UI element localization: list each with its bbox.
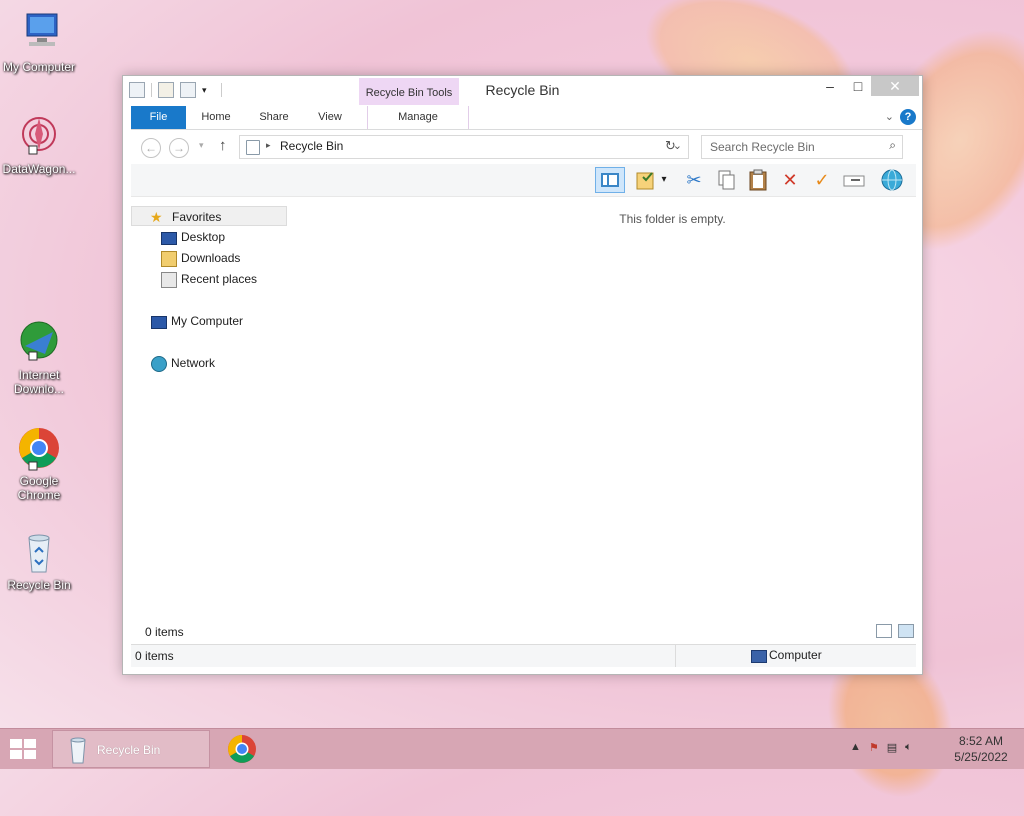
nav-item-downloads[interactable]: Downloads <box>131 248 287 268</box>
recycle-bin-small-icon <box>246 140 260 155</box>
minimize-button[interactable]: – <box>815 76 845 96</box>
refresh-icon[interactable]: ↻ <box>665 138 676 154</box>
tab-home[interactable]: Home <box>191 106 241 129</box>
status-location: Computer <box>769 648 822 662</box>
status-bar: 0 items Computer <box>131 644 916 667</box>
navigation-pane-button[interactable] <box>595 167 625 193</box>
breadcrumb-separator-icon[interactable]: ▸ <box>266 140 271 151</box>
windows-logo-icon <box>10 739 36 759</box>
properties-globe-icon[interactable] <box>879 167 905 193</box>
nav-item-label: Downloads <box>181 251 241 265</box>
globe-download-icon <box>15 318 63 366</box>
recent-locations-chevron-icon[interactable]: ▾ <box>199 140 204 151</box>
expand-ribbon-chevron-icon[interactable]: ⌄ <box>885 110 894 123</box>
desktop-icon-google-chrome[interactable]: Google Chrome <box>0 424 78 502</box>
recycle-bin-icon <box>70 737 86 764</box>
search-icon[interactable]: ⌕ <box>889 138 896 153</box>
tab-file[interactable]: File <box>131 106 186 129</box>
address-bar[interactable]: ▸ Recycle Bin ⌄ <box>239 135 689 159</box>
taskbar-item-chrome[interactable] <box>226 733 258 765</box>
network-icon <box>151 356 167 372</box>
ribbon-tabs: File Home Share View Manage ⌄ ? <box>131 106 922 130</box>
large-icons-view-icon[interactable] <box>898 624 914 638</box>
action-center-flag-icon[interactable]: ⚑ <box>869 741 879 754</box>
select-dropdown-icon[interactable]: ▾ <box>657 167 671 193</box>
nav-item-label: Desktop <box>181 230 226 244</box>
paste-icon[interactable] <box>745 167 771 193</box>
desktop-icon-recycle-bin[interactable]: Recycle Bin <box>0 528 78 592</box>
network-status-icon[interactable]: ▤ <box>887 741 897 754</box>
desktop-icon-label: DataWagon... <box>2 162 76 176</box>
nav-item-favorites[interactable]: ★ Favorites <box>131 206 287 226</box>
item-count-label: 0 items <box>145 625 184 639</box>
computer-icon <box>751 650 767 663</box>
nav-item-desktop[interactable]: Desktop <box>131 227 287 247</box>
clock-time: 8:52 AM <box>958 734 1004 748</box>
back-button[interactable]: ← <box>141 138 161 158</box>
status-divider <box>675 645 676 667</box>
title-bar: ▾ Recycle Bin Tools Recycle Bin – □ ✕ <box>123 76 922 105</box>
navigation-bar: ← → ▾ ↑ ▸ Recycle Bin ⌄ ↻ Search Recycle… <box>131 134 922 162</box>
tab-share[interactable]: Share <box>249 106 299 129</box>
view-switcher <box>876 624 914 638</box>
restore-check-icon[interactable]: ✓ <box>809 167 835 193</box>
command-toolbar: ▾ ✂ ✕ ✓ <box>131 164 916 197</box>
recent-places-icon <box>161 272 177 288</box>
status-item-count: 0 items <box>135 649 174 663</box>
clock-date: 5/25/2022 <box>954 750 1008 764</box>
desktop-icon-label: My Computer <box>2 60 76 74</box>
close-button[interactable]: ✕ <box>871 76 919 96</box>
tab-view[interactable]: View <box>305 106 355 129</box>
explorer-window: ▾ Recycle Bin Tools Recycle Bin – □ ✕ Fi… <box>122 75 923 675</box>
details-view-icon[interactable] <box>876 624 892 638</box>
cut-icon[interactable]: ✂ <box>681 167 707 193</box>
desktop-icon <box>161 232 177 245</box>
recycle-bin-icon <box>15 528 63 576</box>
pane-layout-icon <box>601 173 619 187</box>
system-tray: ▲ ⚑ ▤ 🔈︎ <box>850 741 912 754</box>
rename-icon[interactable] <box>841 167 867 193</box>
nav-item-network[interactable]: Network <box>131 353 287 373</box>
clock[interactable]: 8:52 AM 5/25/2022 <box>946 733 1016 765</box>
empty-folder-message: This folder is empty. <box>619 212 726 226</box>
forward-button[interactable]: → <box>169 138 189 158</box>
datawagon-icon <box>15 112 63 160</box>
taskbar-item-recycle-bin[interactable]: Recycle Bin <box>52 730 210 768</box>
nav-item-my-computer[interactable]: My Computer <box>131 311 287 331</box>
desktop-icon-internet-download[interactable]: Internet Downlo... <box>0 318 78 396</box>
search-placeholder: Search Recycle Bin <box>710 140 815 154</box>
nav-item-label: Recent places <box>181 272 258 286</box>
window-title: Recycle Bin <box>485 82 560 98</box>
select-folder-icon[interactable] <box>633 167 659 193</box>
computer-icon <box>15 10 63 58</box>
tab-manage[interactable]: Manage <box>367 106 469 129</box>
nav-item-label: Network <box>171 356 216 370</box>
volume-muted-icon[interactable]: 🔈︎ <box>905 741 912 754</box>
maximize-button[interactable]: □ <box>843 76 873 96</box>
desktop-icon-my-computer[interactable]: My Computer <box>0 10 78 74</box>
help-icon[interactable]: ? <box>900 109 916 125</box>
desktop-icon-label: Google Chrome <box>17 474 61 502</box>
chrome-icon <box>228 735 256 763</box>
breadcrumb-recycle-bin[interactable]: Recycle Bin <box>280 139 343 153</box>
desktop-icon-datawagon[interactable]: DataWagon... <box>0 112 78 176</box>
taskbar: Recycle Bin ▲ ⚑ ▤ 🔈︎ 8:52 AM 5/25/2022 <box>0 728 1024 769</box>
nav-item-recent-places[interactable]: Recent places <box>131 269 287 289</box>
up-button[interactable]: ↑ <box>219 137 227 154</box>
desktop-icon-label: Internet Downlo... <box>13 368 65 396</box>
delete-icon[interactable]: ✕ <box>777 167 803 193</box>
copy-icon[interactable] <box>713 167 739 193</box>
start-button[interactable] <box>8 737 38 761</box>
star-icon: ★ <box>150 209 163 225</box>
chrome-icon <box>15 424 63 472</box>
downloads-folder-icon <box>161 251 177 267</box>
show-hidden-icons-chevron-icon[interactable]: ▲ <box>850 741 861 754</box>
nav-item-label: Favorites <box>172 210 222 224</box>
taskbar-item-label: Recycle Bin <box>97 743 161 757</box>
nav-item-label: My Computer <box>171 314 244 328</box>
search-input[interactable]: Search Recycle Bin ⌕ <box>701 135 903 159</box>
desktop-icon-label: Recycle Bin <box>7 578 71 592</box>
computer-icon <box>151 316 167 329</box>
